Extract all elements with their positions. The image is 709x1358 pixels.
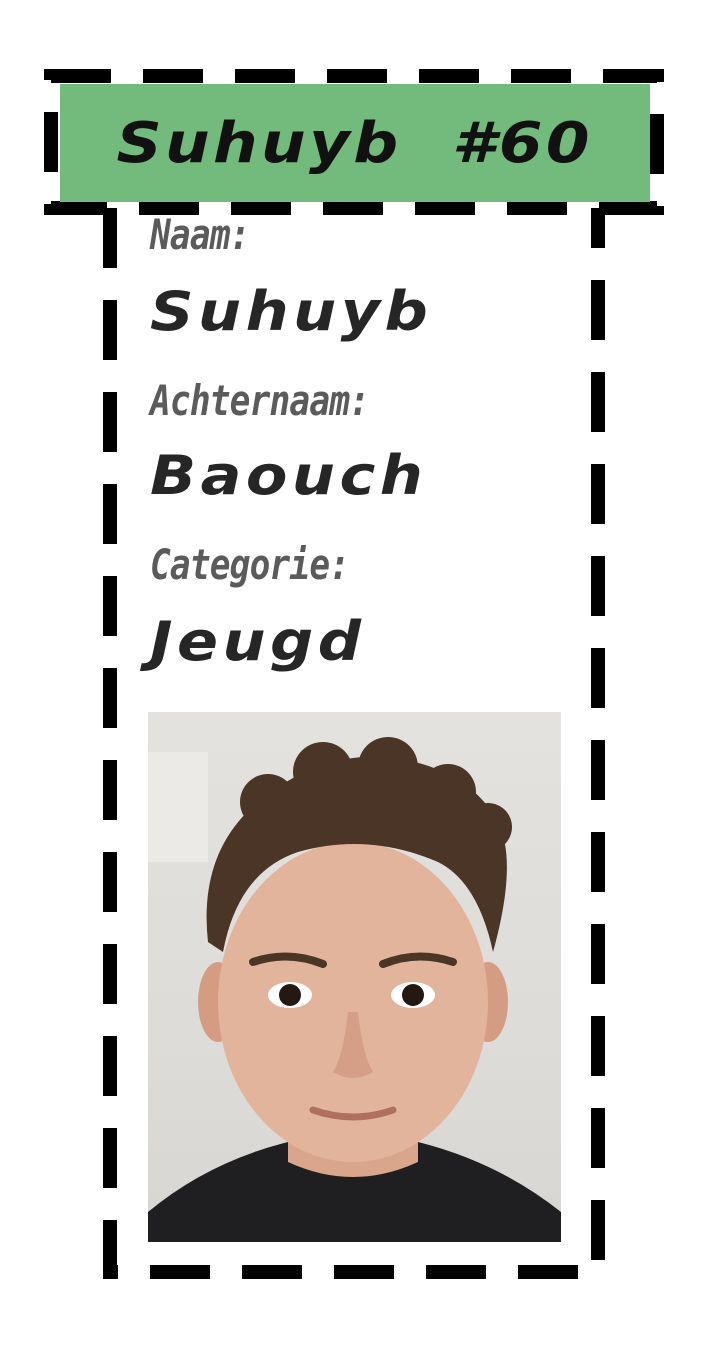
portrait-illustration xyxy=(148,737,561,1242)
category-label: Categorie: xyxy=(150,540,350,589)
header-banner: Suhuyb #60 xyxy=(60,84,650,202)
player-title: Suhuyb #60 xyxy=(116,110,594,176)
first-name-value: Suhuyb xyxy=(150,280,433,343)
last-name-label: Achternaam: xyxy=(150,376,370,425)
category-value: Jeugd xyxy=(150,610,366,673)
player-photo xyxy=(148,712,561,1242)
first-name-label: Naam: xyxy=(150,210,250,259)
last-name-value: Baouch xyxy=(150,444,428,507)
